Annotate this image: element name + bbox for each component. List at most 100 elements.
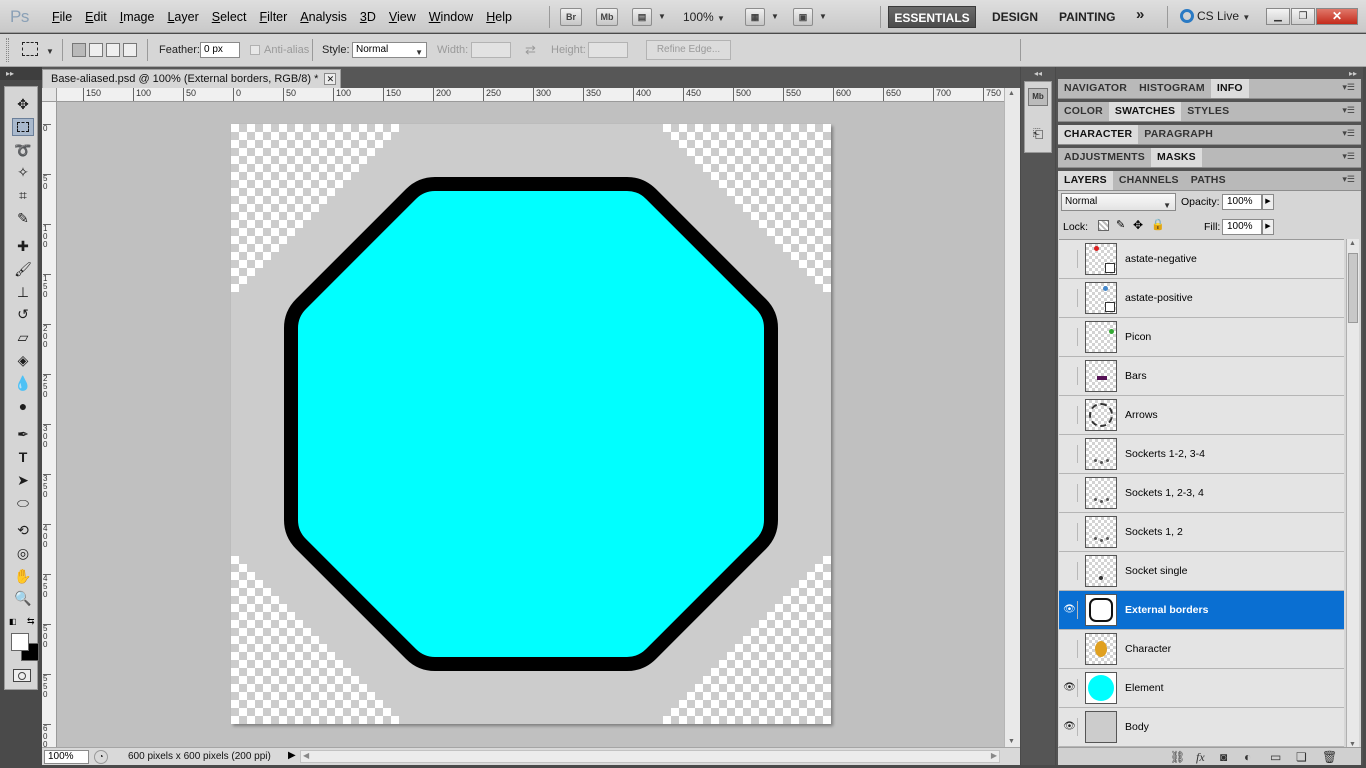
lock-position-icon[interactable]: ✥: [1133, 218, 1143, 232]
status-menu-arrow-icon[interactable]: ▶: [288, 750, 296, 761]
brush-tool-icon[interactable]: 🖌: [12, 260, 34, 278]
rectangular-marquee-tool-icon[interactable]: [12, 118, 34, 136]
workspace-painting[interactable]: PAINTING: [1059, 10, 1115, 24]
layer-thumbnail[interactable]: [1085, 360, 1117, 392]
history-panel-icon[interactable]: ⎗: [1028, 126, 1048, 144]
launch-minibridge-button[interactable]: Mb: [596, 8, 618, 26]
tab-paths[interactable]: PATHS: [1185, 171, 1232, 190]
panel-menu-icon[interactable]: ▾☰: [1342, 151, 1355, 162]
tools-collapse-icon[interactable]: ▸▸: [0, 67, 42, 80]
tab-navigator[interactable]: NAVIGATOR: [1058, 79, 1133, 98]
layer-name[interactable]: astate-positive: [1125, 292, 1193, 304]
horizontal-ruler[interactable]: 150 100 50 0 50 100 150 200 250 300 350 400 450 500 55…: [57, 88, 1004, 102]
visibility-eye-icon[interactable]: [1062, 250, 1078, 268]
layer-name[interactable]: Sockerts 1-2, 3-4: [1125, 448, 1205, 460]
menu-select[interactable]: Select: [212, 10, 256, 24]
screen-mode-icon[interactable]: ▣: [793, 8, 813, 26]
screen-mode-dropdown-icon[interactable]: ▼: [819, 12, 827, 21]
lock-all-icon[interactable]: 🔒: [1151, 218, 1165, 231]
layer-name[interactable]: Picon: [1125, 331, 1151, 343]
layer-name[interactable]: Arrows: [1125, 409, 1158, 421]
tab-character[interactable]: CHARACTER: [1058, 125, 1139, 144]
hand-tool-icon[interactable]: ✋: [12, 567, 34, 585]
scroll-up-icon[interactable]: ▲: [1008, 90, 1015, 97]
add-to-selection-icon[interactable]: [89, 43, 103, 57]
minibridge-panel-icon[interactable]: Mb: [1028, 88, 1048, 106]
menu-help[interactable]: Help: [486, 10, 521, 24]
visibility-eye-icon[interactable]: [1062, 406, 1078, 424]
document-canvas[interactable]: [231, 124, 831, 724]
history-brush-tool-icon[interactable]: ↺: [12, 305, 34, 323]
status-mini-icon[interactable]: ◔: [94, 750, 108, 764]
visibility-eye-icon[interactable]: [1062, 367, 1078, 385]
new-group-icon[interactable]: ▭: [1270, 750, 1281, 764]
restore-icon[interactable]: ❐: [1291, 8, 1315, 25]
view-extras-dropdown-icon[interactable]: ▼: [658, 12, 666, 21]
cs-live-menu[interactable]: CS Live ▼: [1180, 9, 1250, 23]
visibility-eye-icon[interactable]: [1062, 484, 1078, 502]
blend-mode-select[interactable]: Normal ▼: [1061, 193, 1176, 211]
layer-thumbnail[interactable]: [1085, 477, 1117, 509]
menu-file[interactable]: File: [52, 10, 81, 24]
panel-menu-icon[interactable]: ▾☰: [1342, 174, 1355, 185]
clone-stamp-tool-icon[interactable]: ⊥: [12, 283, 34, 301]
quick-selection-tool-icon[interactable]: ✧: [12, 163, 34, 181]
zoom-tool-icon[interactable]: 🔍: [12, 589, 34, 607]
menu-window[interactable]: Window: [429, 10, 482, 24]
minimize-icon[interactable]: ▁: [1266, 8, 1290, 25]
layer-name[interactable]: Socket single: [1125, 565, 1187, 577]
document-tab[interactable]: Base-aliased.psd @ 100% (External border…: [42, 69, 342, 88]
layer-thumbnail[interactable]: [1085, 399, 1117, 431]
panel-menu-icon[interactable]: ▾☰: [1342, 105, 1355, 116]
visibility-eye-icon[interactable]: [1062, 328, 1078, 346]
layer-name[interactable]: External borders: [1125, 604, 1208, 616]
canvas-area[interactable]: [57, 102, 1004, 747]
height-input[interactable]: [588, 42, 628, 58]
menu-view[interactable]: View: [389, 10, 425, 24]
menu-analysis[interactable]: Analysis: [300, 10, 356, 24]
delete-layer-icon[interactable]: 🗑: [1322, 750, 1337, 764]
tab-adjustments[interactable]: ADJUSTMENTS: [1058, 148, 1151, 167]
layer-row[interactable]: Picon: [1059, 318, 1344, 357]
layer-thumbnail[interactable]: [1085, 516, 1117, 548]
layer-name[interactable]: Sockets 1, 2: [1125, 526, 1183, 538]
layer-row[interactable]: Sockets 1, 2-3, 4: [1059, 474, 1344, 513]
layer-thumbnail[interactable]: [1085, 594, 1117, 626]
vertical-ruler[interactable]: 0 50 100 150 200 250 300 350 400 450 500 550 600: [42, 102, 57, 747]
close-icon[interactable]: ✕: [324, 73, 337, 85]
layer-row[interactable]: Sockets 1, 2: [1059, 513, 1344, 552]
fill-input[interactable]: 100%: [1222, 219, 1262, 235]
tab-histogram[interactable]: HISTOGRAM: [1133, 79, 1211, 98]
tab-masks[interactable]: MASKS: [1150, 148, 1202, 167]
menu-3d[interactable]: 3D: [360, 10, 385, 24]
layer-name[interactable]: Character: [1125, 643, 1171, 655]
layer-name[interactable]: astate-negative: [1125, 253, 1197, 265]
layer-name[interactable]: Sockets 1, 2-3, 4: [1125, 487, 1204, 499]
subtract-from-selection-icon[interactable]: [106, 43, 120, 57]
layers-scrollbar[interactable]: ▲ ▼: [1346, 239, 1359, 749]
foreground-color-swatch[interactable]: [11, 633, 29, 651]
vertical-scrollbar[interactable]: ▲ ▼: [1004, 88, 1020, 747]
lock-transparent-pixels-icon[interactable]: [1098, 220, 1109, 231]
layer-row[interactable]: 👁 External borders: [1059, 591, 1344, 630]
eyedropper-tool-icon[interactable]: ✎: [12, 209, 34, 227]
visibility-eye-icon[interactable]: [1062, 640, 1078, 658]
layer-name[interactable]: Body: [1125, 721, 1149, 733]
opacity-input[interactable]: 100%: [1222, 194, 1262, 210]
width-input[interactable]: [471, 42, 511, 58]
tab-channels[interactable]: CHANNELS: [1113, 171, 1185, 190]
layers-scroll-thumb[interactable]: [1348, 253, 1358, 323]
scroll-left-icon[interactable]: ◀: [303, 751, 309, 760]
layer-name[interactable]: Bars: [1125, 370, 1147, 382]
tab-color[interactable]: COLOR: [1058, 102, 1109, 121]
workspace-design[interactable]: DESIGN: [992, 10, 1038, 24]
layer-row[interactable]: Socket single: [1059, 552, 1344, 591]
layer-thumbnail[interactable]: [1085, 321, 1117, 353]
scroll-down-icon[interactable]: ▼: [1008, 738, 1015, 745]
panel-menu-icon[interactable]: ▾☰: [1342, 128, 1355, 139]
move-tool-icon[interactable]: ✥: [12, 95, 34, 113]
visibility-eye-icon[interactable]: 👁: [1062, 679, 1078, 697]
tab-info[interactable]: INFO: [1210, 79, 1249, 98]
tool-preset-dropdown-icon[interactable]: ▼: [46, 47, 54, 56]
options-grip[interactable]: [6, 38, 9, 62]
